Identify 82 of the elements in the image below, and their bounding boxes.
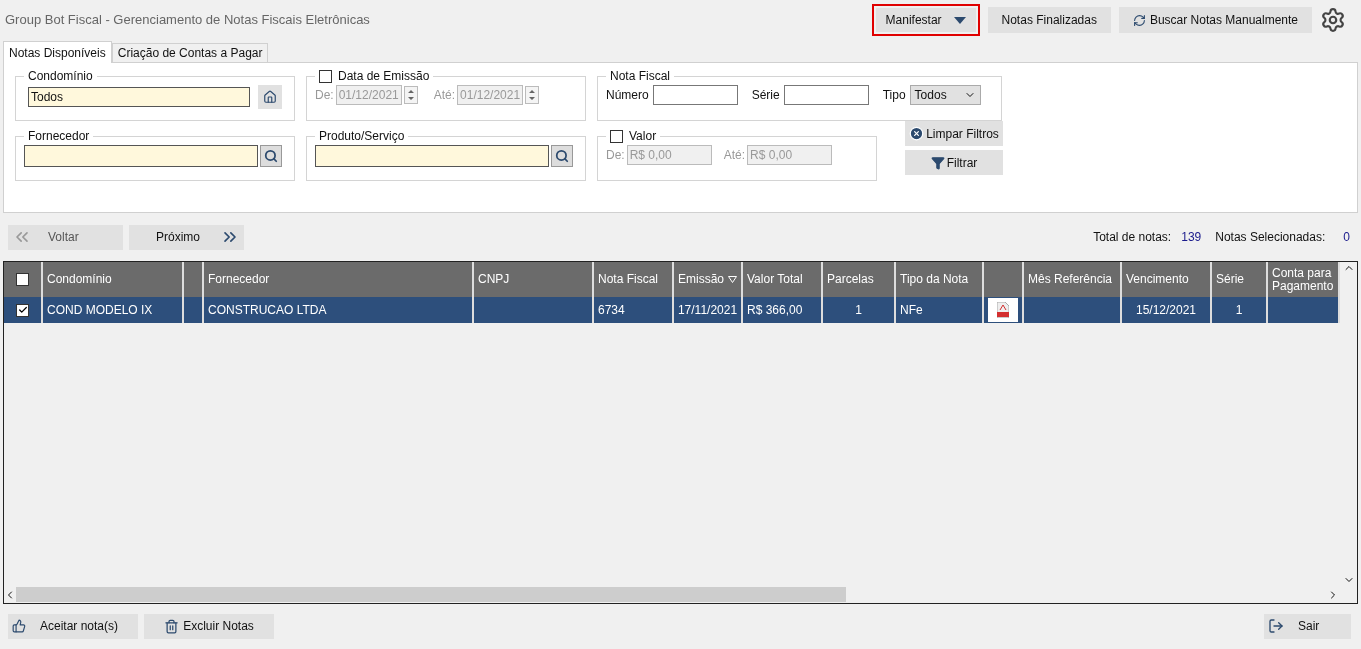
total-label: Total de notas:	[1093, 229, 1172, 246]
field-label: Série	[751, 87, 780, 104]
tab[interactable]: Criação de Contas a Pagar	[111, 43, 269, 62]
column-header[interactable]: Tipo da Nota	[900, 273, 969, 286]
delete-button[interactable]: Excluir Notas	[144, 613, 274, 639]
group-label: Data de Emissão	[338, 68, 430, 85]
toolbar-button[interactable]: Buscar Notas Manualmente	[1118, 7, 1312, 33]
field-label: Tipo	[882, 87, 906, 104]
column-header[interactable]: CNPJ	[478, 273, 510, 286]
input-field[interactable]	[783, 85, 869, 105]
search-button[interactable]	[260, 145, 282, 167]
column-header[interactable]: Série	[1216, 273, 1244, 286]
search-icon	[264, 149, 278, 163]
column-header[interactable]: Conta para Pagamento	[1272, 266, 1334, 293]
thumbs-up-icon	[12, 619, 26, 633]
search-button[interactable]	[551, 145, 573, 167]
selected-count: 0	[1343, 229, 1350, 246]
field-label: Até:	[723, 147, 746, 164]
column-header[interactable]: Parcelas	[827, 273, 874, 286]
column-header[interactable]: Mês Referência	[1028, 273, 1113, 286]
house-icon	[263, 90, 277, 104]
table-cell-text: COND MODELO IX	[47, 302, 153, 319]
column-header[interactable]: Nota Fiscal	[598, 273, 659, 286]
tab[interactable]: Notas Disponíveis	[3, 41, 112, 63]
home-button[interactable]	[258, 85, 282, 109]
accept-button[interactable]: Aceitar nota(s)	[8, 613, 138, 639]
total-count: 139	[1181, 229, 1202, 246]
window-title: Group Bot Fiscal - Gerenciamento de Notas Fiscais Eletrônicas	[5, 11, 371, 30]
table-cell-text: 15/12/2021	[1135, 302, 1197, 319]
check-icon	[17, 305, 28, 315]
pdf-icon[interactable]	[988, 298, 1018, 322]
group-label: Valor	[629, 128, 657, 145]
input-field[interactable]: Todos	[28, 87, 250, 107]
table-cell-text: 1	[1235, 302, 1243, 319]
group-label: Nota Fiscal	[610, 68, 671, 85]
field-label: Número	[606, 87, 649, 104]
spinner-icon[interactable]	[403, 86, 418, 104]
scrollbar-thumb[interactable]	[16, 587, 846, 602]
toolbar-button[interactable]: Manifestar	[871, 4, 980, 36]
settings-icon[interactable]	[1320, 7, 1346, 33]
checkbox[interactable]	[16, 303, 29, 317]
input-field[interactable]	[24, 145, 258, 167]
trash-icon	[164, 618, 180, 634]
selected-label: Notas Selecionadas:	[1215, 229, 1326, 246]
field-label: Até:	[433, 87, 456, 104]
exit-button[interactable]: Sair	[1264, 613, 1351, 639]
refresh-icon	[1132, 13, 1146, 27]
table-row[interactable]: COND MODELO IX CONSTRUCAO LTDA 6734 17/11/2021 R$ 366,00 1 NFe 15/12/2021 1	[4, 297, 1340, 323]
back-button[interactable]: Voltar	[8, 224, 123, 250]
table-cell-text: CONSTRUCAO LTDA	[208, 302, 327, 319]
input-field[interactable]	[315, 145, 549, 167]
column-header[interactable]: Fornecedor	[208, 273, 270, 286]
column-header[interactable]: Valor Total	[747, 273, 803, 286]
column-header[interactable]: Vencimento	[1126, 273, 1189, 286]
column-header[interactable]: Emissão	[678, 273, 724, 286]
checkbox[interactable]	[319, 69, 332, 83]
field-label: De:	[606, 147, 625, 164]
group-label: Fornecedor	[28, 128, 90, 145]
spinner-icon[interactable]	[525, 86, 540, 104]
sort-icon[interactable]	[728, 276, 737, 283]
exit-icon	[1268, 618, 1284, 634]
toolbar-button[interactable]: Notas Finalizadas	[987, 7, 1111, 33]
next-button[interactable]: Próximo	[129, 224, 244, 250]
search-icon	[555, 149, 569, 163]
column-header[interactable]: Condomínio	[47, 273, 112, 286]
input-field[interactable]	[652, 85, 738, 105]
field-label: De:	[315, 87, 334, 104]
table-cell-text: 6734	[598, 302, 625, 319]
clear-filters-button[interactable]: Limpar Filtros	[905, 121, 1003, 146]
close-icon	[909, 126, 925, 141]
group-label: Produto/Serviço	[319, 128, 405, 145]
funnel-icon	[930, 155, 945, 170]
checkbox[interactable]	[16, 273, 29, 286]
table-cell-text: 17/11/2021	[677, 302, 738, 319]
table-cell-text: 1	[855, 302, 862, 319]
checkbox[interactable]	[610, 129, 623, 143]
group-label: Condomínio	[28, 68, 93, 85]
table-cell-text: NFe	[900, 302, 923, 319]
table-cell-text: R$ 366,00	[747, 302, 803, 319]
caret-icon	[953, 16, 966, 24]
filter-button[interactable]: Filtrar	[905, 150, 1003, 175]
type-select[interactable]: Todos	[909, 85, 981, 105]
